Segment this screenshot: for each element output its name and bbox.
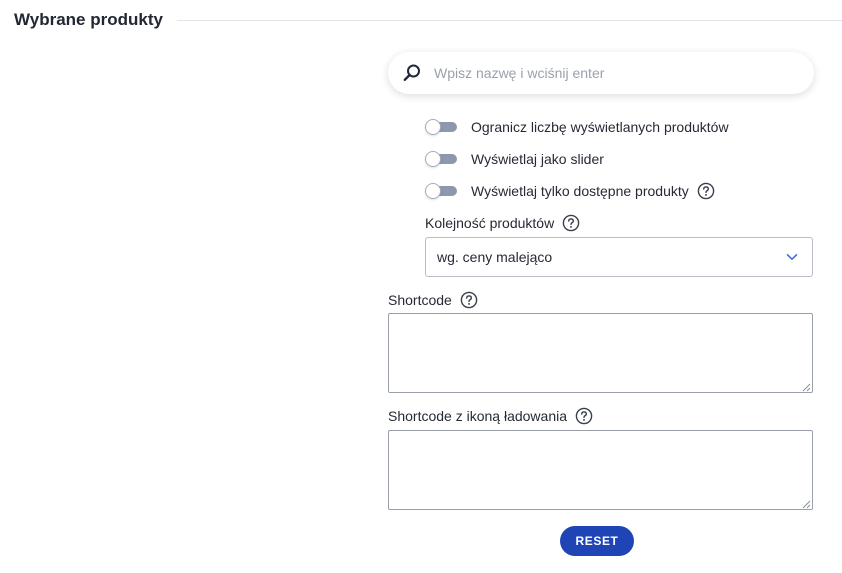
product-search xyxy=(388,52,814,94)
section-header: Wybrane produkty xyxy=(14,9,842,31)
shortcode-loading-field-label: Shortcode z ikoną ładowania xyxy=(388,406,593,426)
only-available-label: Wyświetlaj tylko dostępne produkty xyxy=(471,183,689,199)
as-slider-toggle[interactable] xyxy=(425,151,457,167)
section-divider xyxy=(176,19,842,21)
option-limit-count: Ogranicz liczbę wyświetlanych produktów xyxy=(425,116,729,138)
order-label: Kolejność produktów xyxy=(425,215,555,231)
order-field-label: Kolejność produktów xyxy=(425,213,580,233)
question-circle-icon[interactable] xyxy=(562,214,580,232)
shortcode-loading-label: Shortcode z ikoną ładowania xyxy=(388,408,568,424)
resize-grip-icon[interactable] xyxy=(802,500,811,509)
search-icon xyxy=(388,52,434,94)
shortcode-label: Shortcode xyxy=(388,292,452,308)
question-circle-icon[interactable] xyxy=(460,291,478,309)
reset-button[interactable]: RESET xyxy=(560,526,634,556)
chevron-down-icon xyxy=(786,248,798,266)
limit-count-label: Ogranicz liczbę wyświetlanych produktów xyxy=(471,119,729,135)
option-as-slider: Wyświetlaj jako slider xyxy=(425,148,604,170)
resize-grip-icon[interactable] xyxy=(802,383,811,392)
limit-count-toggle[interactable] xyxy=(425,119,457,135)
as-slider-label: Wyświetlaj jako slider xyxy=(471,151,604,167)
page: Wybrane produkty Ogranicz liczbę wyświet… xyxy=(0,0,842,573)
toggle-knob xyxy=(425,183,441,199)
shortcode-loading-textarea[interactable] xyxy=(388,430,813,510)
toggle-knob xyxy=(425,119,441,135)
question-circle-icon[interactable] xyxy=(575,407,593,425)
search-input[interactable] xyxy=(434,53,814,93)
section-title: Wybrane produkty xyxy=(14,10,163,29)
shortcode-textarea[interactable] xyxy=(388,313,813,393)
only-available-toggle[interactable] xyxy=(425,183,457,199)
order-select-value: wg. ceny malejąco xyxy=(437,249,553,265)
shortcode-field-label: Shortcode xyxy=(388,290,478,310)
toggle-knob xyxy=(425,151,441,167)
order-select[interactable]: wg. ceny malejąco xyxy=(425,237,813,277)
option-only-available: Wyświetlaj tylko dostępne produkty xyxy=(425,180,715,202)
question-circle-icon[interactable] xyxy=(697,182,715,200)
